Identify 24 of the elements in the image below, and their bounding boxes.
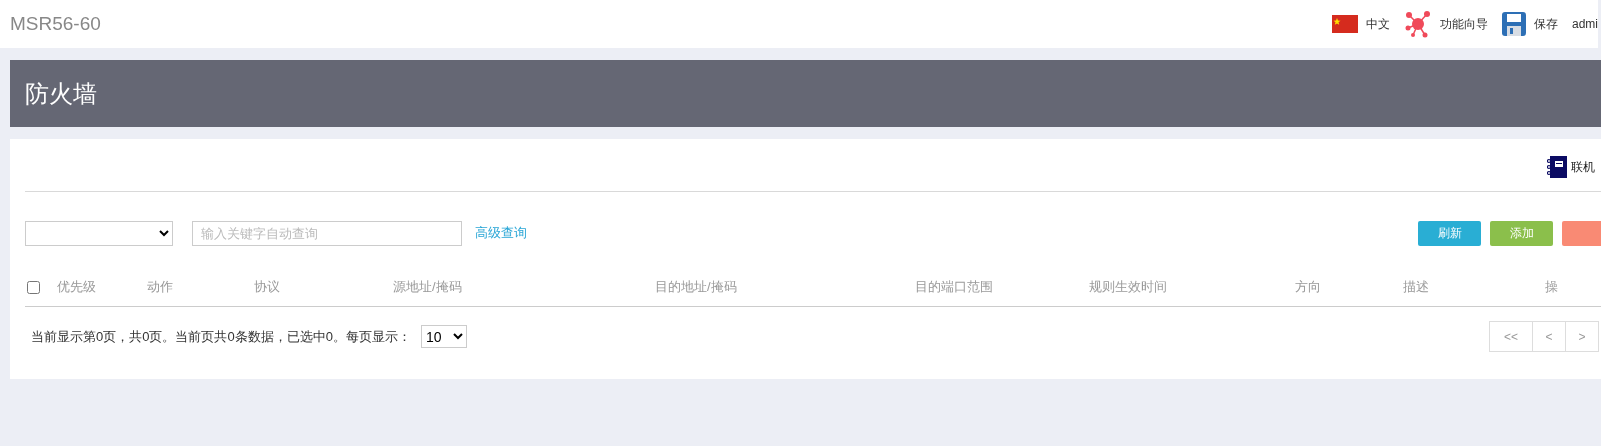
app-title: MSR56-60	[10, 13, 101, 35]
column-header: 目的地址/掩码	[655, 279, 737, 294]
flag-icon[interactable]	[1332, 15, 1358, 33]
topbar-link[interactable]: 功能向导	[1440, 15, 1488, 33]
column-header: 方向	[1295, 279, 1321, 294]
page-title: 防火墙	[25, 78, 97, 109]
column-header: 协议	[254, 279, 280, 294]
column-header: 操	[1545, 279, 1558, 294]
notebook-icon[interactable]	[1547, 156, 1567, 178]
column-header: 优先级	[57, 279, 96, 294]
column-header: 描述	[1403, 279, 1429, 294]
page-summary: 当前显示第0页，共0页。当前页共0条数据，已选中0。每页显示：	[31, 327, 411, 346]
network-icon[interactable]	[1404, 10, 1432, 38]
search-field[interactable]: 输入关键字自动查询	[192, 220, 462, 246]
select-all-checkbox[interactable]	[27, 280, 40, 294]
topbar-link[interactable]: 保存	[1534, 15, 1558, 33]
column-header: 规则生效时间	[1089, 279, 1167, 294]
link-text[interactable]: 联机	[1571, 158, 1595, 176]
column-header: 目的端口范围	[915, 279, 993, 294]
page-size-dropdown[interactable]: 10	[420, 325, 467, 348]
column-header: 动作	[147, 279, 173, 294]
topbar-link[interactable]: 中文	[1366, 15, 1390, 33]
column-header: 源地址/掩码	[393, 279, 462, 294]
user-name[interactable]: admi	[1572, 17, 1598, 31]
